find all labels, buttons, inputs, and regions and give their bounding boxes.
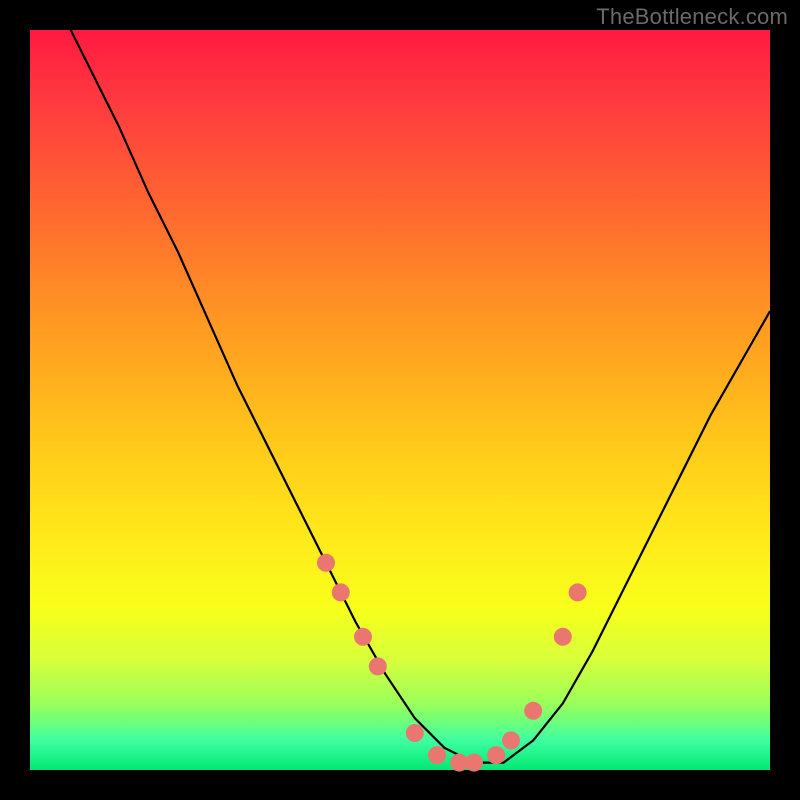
curve-marker [428, 746, 446, 764]
curve-marker [487, 746, 505, 764]
curve-marker [332, 583, 350, 601]
chart-svg [30, 30, 770, 770]
curve-marker [465, 754, 483, 772]
curve-marker [369, 657, 387, 675]
curve-marker [502, 731, 520, 749]
curve-marker [354, 628, 372, 646]
plot-area [30, 30, 770, 770]
chart-frame: TheBottleneck.com [0, 0, 800, 800]
curve-marker [554, 628, 572, 646]
curve-marker [524, 702, 542, 720]
bottleneck-curve-path [30, 0, 770, 763]
curve-marker [406, 724, 424, 742]
curve-marker [569, 583, 587, 601]
marker-group [317, 554, 587, 772]
curve-marker [317, 554, 335, 572]
watermark-text: TheBottleneck.com [596, 4, 788, 30]
